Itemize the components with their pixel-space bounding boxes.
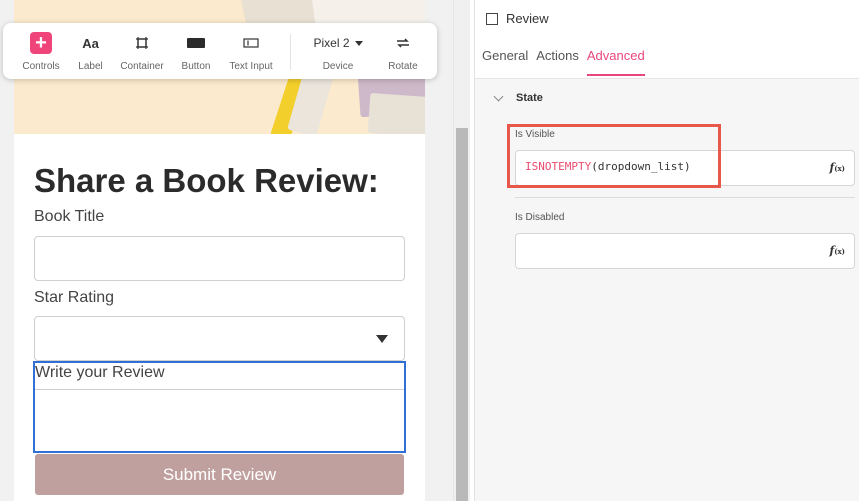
scrollbar-thumb[interactable] bbox=[456, 128, 468, 501]
container-button[interactable]: Container bbox=[117, 23, 167, 79]
controls-button[interactable]: + Controls bbox=[21, 23, 61, 79]
label-button[interactable]: Aa Label bbox=[73, 23, 108, 79]
text-icon: Aa bbox=[82, 35, 99, 51]
toolbar-divider bbox=[290, 34, 291, 70]
review-container-selected[interactable]: Write your Review bbox=[33, 361, 406, 453]
star-rating-dropdown[interactable] bbox=[34, 316, 405, 361]
caret-down-icon bbox=[376, 335, 388, 343]
text-input-label: Text Input bbox=[229, 61, 273, 72]
label-label: Label bbox=[78, 61, 103, 72]
panel-tabs: General Actions Advanced bbox=[482, 48, 653, 76]
device-label: Device bbox=[322, 61, 354, 72]
chevron-down-icon bbox=[493, 91, 504, 101]
annotation-highlight-box bbox=[507, 124, 721, 188]
floating-toolbar: + Controls Aa Label Container Button Tex… bbox=[3, 23, 437, 79]
fx-sub: (x) bbox=[834, 164, 845, 173]
star-rating-label: Star Rating bbox=[34, 289, 115, 306]
controls-label: Controls bbox=[22, 61, 60, 72]
rotate-button[interactable]: Rotate bbox=[383, 23, 423, 79]
book-title-label: Book Title bbox=[34, 208, 105, 225]
tab-general[interactable]: General bbox=[482, 48, 528, 76]
review-textarea[interactable] bbox=[35, 389, 404, 451]
container-label: Container bbox=[120, 61, 164, 72]
design-canvas: Share a Book Review: Book Title Star Rat… bbox=[0, 0, 453, 501]
field-divider bbox=[515, 197, 855, 198]
book-title-input[interactable] bbox=[34, 236, 405, 281]
tab-advanced[interactable]: Advanced bbox=[586, 48, 645, 76]
properties-panel: Review General Actions Advanced State Is… bbox=[474, 0, 859, 501]
is-disabled-label: Is Disabled bbox=[515, 212, 565, 223]
panel-header: Review bbox=[486, 11, 549, 26]
is-disabled-field[interactable]: f(x) bbox=[515, 233, 855, 269]
container-icon bbox=[486, 12, 498, 25]
panel-title: Review bbox=[506, 11, 549, 26]
fx-icon[interactable]: f(x) bbox=[829, 244, 845, 257]
fx-sub: (x) bbox=[834, 247, 845, 256]
container-icon bbox=[136, 37, 148, 49]
plus-icon: + bbox=[30, 32, 52, 54]
button-button[interactable]: Button bbox=[178, 23, 214, 79]
rotate-label: Rotate bbox=[388, 61, 418, 72]
state-section-toggle[interactable]: State bbox=[493, 91, 543, 104]
submit-review-button[interactable]: Submit Review bbox=[35, 454, 404, 495]
tab-actions[interactable]: Actions bbox=[536, 48, 579, 76]
text-input-icon bbox=[243, 38, 259, 48]
caret-down-icon bbox=[354, 40, 363, 46]
rotate-icon bbox=[397, 38, 409, 48]
form-title: Share a Book Review: bbox=[34, 162, 379, 199]
device-selector[interactable]: Pixel 2 Device bbox=[305, 23, 371, 79]
state-section-title: State bbox=[516, 92, 543, 104]
button-icon bbox=[187, 38, 205, 48]
review-label: Write your Review bbox=[35, 364, 165, 381]
device-value: Pixel 2 bbox=[313, 36, 350, 50]
fx-icon[interactable]: f(x) bbox=[829, 161, 845, 174]
button-label: Button bbox=[181, 61, 211, 72]
text-input-button[interactable]: Text Input bbox=[226, 23, 276, 79]
book-graphic bbox=[367, 92, 425, 134]
canvas-scrollbar[interactable] bbox=[453, 0, 470, 501]
